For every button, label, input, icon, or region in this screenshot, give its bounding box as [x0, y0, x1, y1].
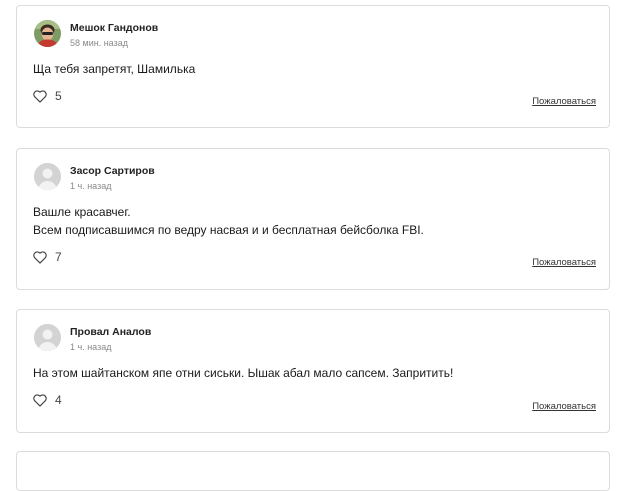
like-button[interactable]: 5: [33, 89, 62, 103]
comment-text: Ща тебя запретят, Шамилька: [33, 60, 195, 78]
comment-text-line: Всем подписавшимся по ведру насвая и и б…: [33, 223, 424, 237]
heart-outline-icon: [33, 250, 47, 264]
avatar[interactable]: [34, 324, 61, 351]
comment-card: Провал Аналов 1 ч. назад На этом шайтанс…: [16, 309, 610, 433]
comment-card: Мешок Гандонов 58 мин. назад Ща тебя зап…: [16, 5, 610, 128]
comment-text-line: На этом шайтанском япе отни сиськи. Ышак…: [33, 366, 454, 380]
report-link[interactable]: Пожаловаться: [532, 401, 596, 412]
like-count: 7: [55, 250, 62, 264]
comment-text-line: Вашле красавчег.: [33, 205, 131, 219]
avatar[interactable]: [34, 163, 61, 190]
comment-time[interactable]: 1 ч. назад: [70, 181, 111, 191]
like-count: 5: [55, 89, 62, 103]
comment-time[interactable]: 58 мин. назад: [70, 38, 128, 48]
avatar[interactable]: [34, 20, 61, 47]
heart-outline-icon: [33, 393, 47, 407]
like-count: 4: [55, 393, 62, 407]
like-button[interactable]: 7: [33, 250, 62, 264]
like-button[interactable]: 4: [33, 393, 62, 407]
comment-author[interactable]: Засор Сартиров: [70, 165, 155, 177]
comment-card: Засор Сартиров 1 ч. назад Вашле красавче…: [16, 148, 610, 290]
report-link[interactable]: Пожаловаться: [532, 257, 596, 268]
user-silhouette-icon: [34, 163, 61, 190]
comment-author[interactable]: Мешок Гандонов: [70, 22, 158, 34]
comment-time[interactable]: 1 ч. назад: [70, 342, 111, 352]
comment-text: Вашле красавчег. Всем подписавшимся по в…: [33, 203, 424, 239]
user-photo-icon: [34, 20, 61, 47]
user-silhouette-icon: [34, 324, 61, 351]
report-link[interactable]: Пожаловаться: [532, 96, 596, 107]
comment-text-line: Ща тебя запретят, Шамилька: [33, 62, 196, 76]
comment-card-partial: [16, 451, 610, 491]
heart-outline-icon: [33, 89, 47, 103]
comment-author[interactable]: Провал Аналов: [70, 326, 151, 338]
comment-text: На этом шайтанском япе отни сиськи. Ышак…: [33, 364, 453, 382]
